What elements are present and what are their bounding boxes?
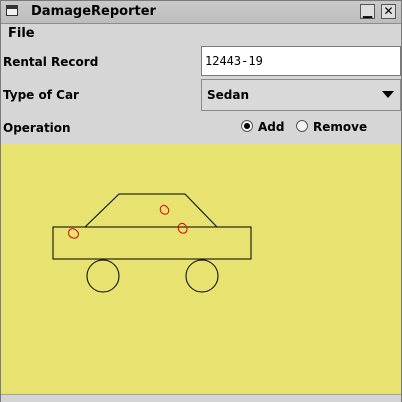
damage-mark-icon xyxy=(159,204,170,215)
chevron-down-icon[interactable] xyxy=(382,91,394,98)
damage-canvas[interactable] xyxy=(1,144,401,394)
damage-reporter-window: DamageReporter ▁ ✕ File Rental Record Ty… xyxy=(0,0,402,402)
menu-bar: File xyxy=(1,24,401,44)
title-bar[interactable]: DamageReporter ▁ ✕ xyxy=(1,1,401,24)
operation-label: Operation xyxy=(3,121,71,135)
minimize-button[interactable]: ▁ xyxy=(360,4,375,19)
rear-wheel xyxy=(185,259,219,293)
rental-record-label: Rental Record xyxy=(3,55,99,69)
window-icon[interactable] xyxy=(6,5,18,16)
status-strip xyxy=(1,394,401,402)
remove-radio[interactable] xyxy=(296,120,308,132)
car-type-label: Type of Car xyxy=(3,88,79,102)
add-radio[interactable] xyxy=(241,120,253,132)
damage-mark-icon xyxy=(68,228,79,239)
front-wheel xyxy=(86,259,120,293)
car-drawing-svg xyxy=(52,193,252,293)
damage-marks xyxy=(68,204,188,239)
car-cabin xyxy=(83,193,219,228)
car-body xyxy=(52,226,252,260)
close-button[interactable]: ✕ xyxy=(381,4,396,19)
rental-record-field[interactable] xyxy=(201,46,401,76)
car-type-value: Sedan xyxy=(207,88,250,102)
menu-file[interactable]: File xyxy=(8,26,35,41)
car-type-combo[interactable]: Sedan xyxy=(201,79,401,111)
remove-radio-label[interactable]: Remove xyxy=(313,120,367,134)
window-title: DamageReporter xyxy=(31,4,156,19)
add-radio-label[interactable]: Add xyxy=(258,120,284,134)
sedan-drawing-icon xyxy=(52,193,252,293)
damage-mark-icon xyxy=(177,222,188,234)
